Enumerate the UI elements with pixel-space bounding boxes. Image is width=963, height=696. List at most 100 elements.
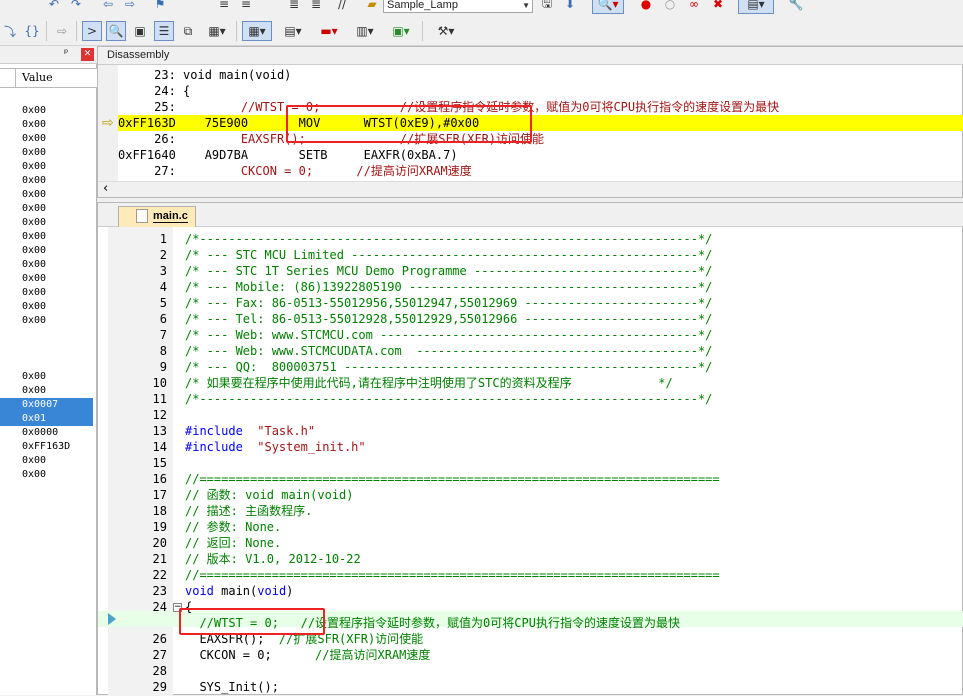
register-value[interactable]: 0x00 <box>22 230 46 244</box>
uncomment-icon[interactable]: ≣ <box>306 0 326 14</box>
show-next-icon[interactable]: ⇨ <box>52 21 72 41</box>
register-value[interactable]: 0x00 <box>22 314 46 328</box>
breakpoint-kill-icon[interactable]: ✖ <box>708 0 728 14</box>
disassembly-instruction[interactable]: 0xFF1640 A9D7BA SETB EAXFR(0xBA.7) <box>118 147 963 163</box>
code-line[interactable]: /* --- Mobile: (86)13922805190 ---------… <box>185 279 963 295</box>
register-value[interactable]: 0x00 <box>22 454 46 468</box>
register-value[interactable]: 0x00 <box>22 188 46 202</box>
code-line[interactable]: /* --- Fax: 86-0513-55012956,55012947,55… <box>185 295 963 311</box>
redo-icon[interactable]: ↷ <box>66 0 86 14</box>
outdent-icon[interactable]: ≡ <box>236 0 256 14</box>
target-select[interactable]: Sample_Lamp ▼ <box>383 0 533 13</box>
breakpoint-disable-icon[interactable]: ○ <box>660 0 680 14</box>
serial-window-icon[interactable]: ▤▾ <box>278 21 308 41</box>
pin-icon[interactable]: ᵖ <box>64 48 68 59</box>
register-value[interactable]: 0x00 <box>22 132 46 146</box>
code-line[interactable]: //======================================… <box>185 567 963 583</box>
disassembly-source-line[interactable]: 25: //WTST = 0; //设置程序指令延时参数，赋值为0可将CPU执行… <box>118 99 963 115</box>
disassembly-source-line[interactable]: 23: void main(void) <box>118 67 963 83</box>
search-icon[interactable]: 🔍▾ <box>592 0 624 14</box>
code-line[interactable]: //======================================… <box>185 471 963 487</box>
command-window-icon[interactable]: > <box>82 21 102 41</box>
code-line[interactable]: /*--------------------------------------… <box>185 391 963 407</box>
window-icon[interactable]: ▤▾ <box>738 0 774 14</box>
code-line[interactable]: /* --- Tel: 86-0513-55012928,55012929,55… <box>185 311 963 327</box>
code-line[interactable]: SYS_Init(); <box>185 679 963 695</box>
bookmark-icon[interactable]: ⚑ <box>150 0 170 14</box>
register-value[interactable]: 0x0000 <box>22 426 58 440</box>
undo-icon[interactable]: ↶ <box>44 0 64 14</box>
close-icon[interactable]: ✕ <box>81 48 94 61</box>
uncomment-all-icon[interactable]: // <box>332 0 352 14</box>
disassembly-instruction[interactable]: 0xFF163D 75E900 MOV WTST(0xE9),#0x00 <box>118 115 963 131</box>
trace-window-icon[interactable]: ▥▾ <box>350 21 380 41</box>
register-value[interactable]: 0x00 <box>22 160 46 174</box>
code-line[interactable] <box>185 407 963 423</box>
code-line[interactable]: // 函数: void main(void) <box>185 487 963 503</box>
code-line[interactable]: /* --- Web: www.STCMCU.com -------------… <box>185 327 963 343</box>
chevron-down-icon[interactable]: ▼ <box>522 0 530 13</box>
code-line[interactable]: // 版本: V1.0, 2012-10-22 <box>185 551 963 567</box>
register-value[interactable]: 0x00 <box>22 258 46 272</box>
code-line[interactable]: /* --- Web: www.STCMCUDATA.com ---------… <box>185 343 963 359</box>
disassembly-hscrollbar[interactable]: ‹ <box>98 181 962 197</box>
watch-window-icon[interactable]: ▦▾ <box>202 21 232 41</box>
register-value[interactable]: 0x00 <box>22 300 46 314</box>
code-line[interactable] <box>185 663 963 679</box>
code-line[interactable]: /* 如果要在程序中使用此代码,请在程序中注明使用了STC的资料及程序 */ <box>185 375 963 391</box>
code-line[interactable]: #include "System_init.h" <box>185 439 963 455</box>
code-line[interactable]: /* --- STC 1T Series MCU Demo Programme … <box>185 263 963 279</box>
disassembly-source-line[interactable]: 26: EAXSFR(); //扩展SFR(XFR)访问使能 <box>118 131 963 147</box>
comment-icon[interactable]: ≣ <box>284 0 304 14</box>
code-line[interactable] <box>185 455 963 471</box>
register-value[interactable]: 0x01 <box>0 412 93 426</box>
column-divider[interactable] <box>0 69 16 87</box>
scroll-left-icon[interactable]: ‹ <box>103 181 108 196</box>
callstack-window-icon[interactable]: ⧉ <box>178 21 198 41</box>
disassembly-window-icon[interactable]: 🔍 <box>106 21 126 41</box>
system-viewer-icon[interactable]: ▣▾ <box>386 21 416 41</box>
register-value[interactable]: 0x00 <box>22 244 46 258</box>
value-column-header[interactable]: Value <box>0 68 97 88</box>
register-value[interactable]: 0x00 <box>22 118 46 132</box>
register-value[interactable]: 0x00 <box>22 174 46 188</box>
code-line[interactable]: /* --- STC MCU Limited -----------------… <box>185 247 963 263</box>
code-line[interactable]: // 返回: None. <box>185 535 963 551</box>
memory-window-icon[interactable]: ▦▾ <box>242 21 272 41</box>
run-to-cursor-icon[interactable]: {} <box>22 21 42 41</box>
register-value[interactable]: 0x00 <box>22 104 46 118</box>
step-out-icon[interactable]: ⤵ <box>0 21 20 41</box>
code-line[interactable]: CKCON = 0; //提高访问XRAM速度 <box>185 647 963 663</box>
load-icon[interactable]: ⬇ <box>560 0 580 14</box>
registers-window-icon[interactable]: ☰ <box>154 21 174 41</box>
register-value[interactable]: 0x00 <box>22 370 46 384</box>
register-value[interactable]: 0x00 <box>22 468 46 482</box>
code-line[interactable]: /* --- QQ: 800003751 -------------------… <box>185 359 963 375</box>
tools-icon[interactable]: 🔧 <box>786 0 806 14</box>
disassembly-source-line[interactable]: 24: { <box>118 83 963 99</box>
register-value[interactable]: 0x00 <box>22 384 46 398</box>
code-line[interactable]: #include "Task.h" <box>185 423 963 439</box>
nav-forward-icon[interactable]: ⇨ <box>120 0 140 14</box>
register-value[interactable]: 0x00 <box>22 202 46 216</box>
code-line[interactable]: void main(void) <box>185 583 963 599</box>
register-value[interactable]: 0xFF163D <box>22 440 70 454</box>
code-line[interactable]: // 描述: 主函数程序. <box>185 503 963 519</box>
save-icon[interactable]: 🖫 <box>537 0 557 14</box>
disassembly-source-line[interactable]: 27: CKCON = 0; //提高访问XRAM速度 <box>118 163 963 179</box>
register-value[interactable]: 0x00 <box>22 146 46 160</box>
register-value[interactable]: 0x0007 <box>0 398 93 412</box>
register-value[interactable]: 0x00 <box>22 272 46 286</box>
register-value[interactable]: 0x00 <box>22 286 46 300</box>
indent-icon[interactable]: ≡ <box>214 0 234 14</box>
toolbox-icon[interactable]: ⚒▾ <box>428 21 464 41</box>
symbols-window-icon[interactable]: ▣ <box>130 21 150 41</box>
analysis-window-icon[interactable]: ▬▾ <box>314 21 344 41</box>
code-line[interactable]: /*--------------------------------------… <box>185 231 963 247</box>
breakpoint-toggle-icon[interactable]: ∞ <box>684 0 704 14</box>
nav-back-icon[interactable]: ⇦ <box>98 0 118 14</box>
tab-main-c[interactable]: main.c <box>118 206 196 227</box>
code-line[interactable]: // 参数: None. <box>185 519 963 535</box>
register-value[interactable]: 0x00 <box>22 216 46 230</box>
breakpoint-icon[interactable]: ● <box>636 0 656 14</box>
